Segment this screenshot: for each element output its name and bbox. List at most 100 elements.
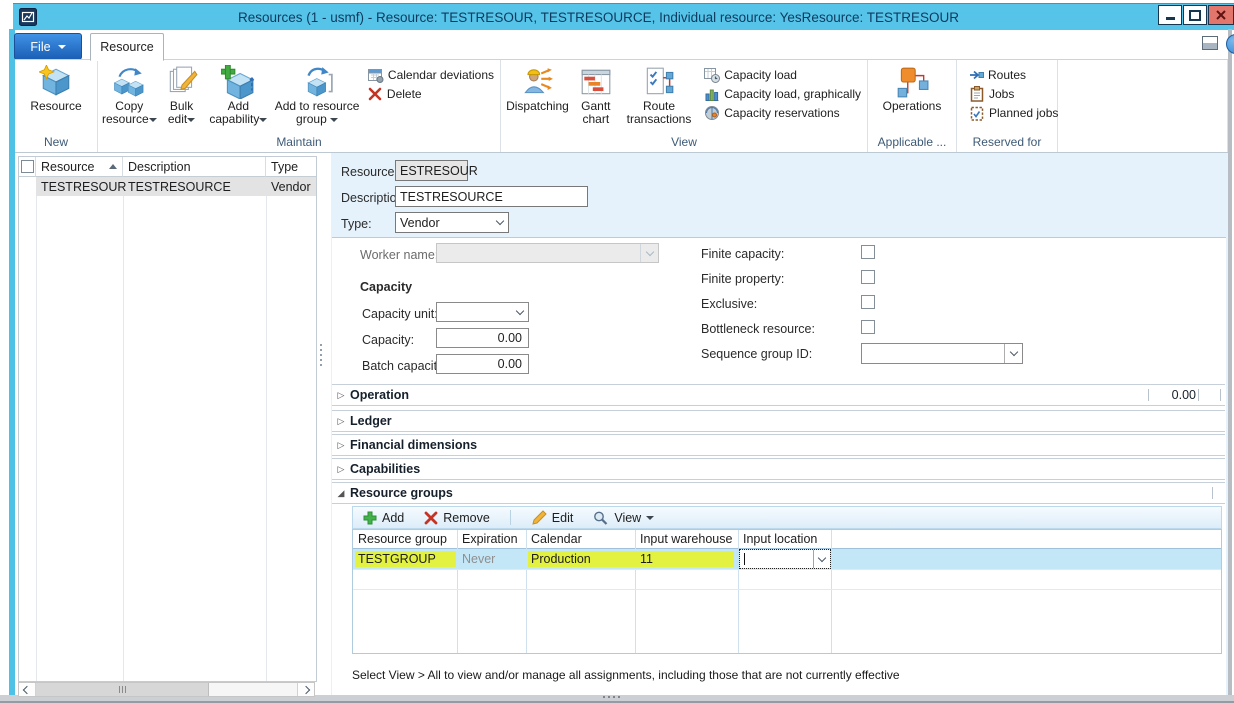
route-transactions-label: Route transactions xyxy=(621,100,697,126)
scrollbar-thumb[interactable] xyxy=(36,683,209,696)
title-bar: Resources (1 - usmf) - Resource: TESTRES… xyxy=(13,3,1234,30)
add-capability-icon xyxy=(221,65,255,99)
capacity-load-graphically-button[interactable]: Capacity load, graphically xyxy=(704,85,861,102)
layout-icon xyxy=(1202,36,1219,51)
column-header-input-location[interactable]: Input location xyxy=(738,530,831,549)
finite-property-checkbox[interactable] xyxy=(861,270,875,284)
scroll-left-button[interactable] xyxy=(19,683,36,696)
edit-icon xyxy=(531,510,547,525)
tab-resource[interactable]: Resource xyxy=(90,33,164,61)
edit-button[interactable]: Edit xyxy=(531,510,574,525)
capacity-input[interactable]: 0.00 xyxy=(436,328,529,348)
minimize-button[interactable] xyxy=(1158,5,1182,25)
planned-jobs-button[interactable]: Planned jobs xyxy=(969,104,1058,121)
sequence-group-chevron-icon xyxy=(1009,348,1017,356)
exclusive-checkbox[interactable] xyxy=(861,295,875,309)
copy-resource-dropdown-icon xyxy=(149,118,157,122)
view-menu-button[interactable]: View xyxy=(593,510,654,526)
add-to-resource-group-icon xyxy=(300,65,334,99)
remove-icon xyxy=(424,511,438,525)
operations-label: Operations xyxy=(883,100,942,113)
section-ledger[interactable]: ▷ Ledger xyxy=(332,410,1225,432)
resource-field-label: Resource: xyxy=(341,165,398,179)
planned-jobs-label: Planned jobs xyxy=(989,106,1058,120)
collapsed-icon: ▷ xyxy=(332,440,350,451)
input-location-select[interactable] xyxy=(740,550,830,568)
bottleneck-resource-checkbox[interactable] xyxy=(861,320,875,334)
add-to-resource-group-dropdown-icon xyxy=(330,118,338,122)
toolbar-separator xyxy=(510,510,511,525)
dispatching-button[interactable]: Dispatching xyxy=(503,61,572,115)
description-field[interactable]: TESTRESOURCE xyxy=(395,186,588,207)
planned-jobs-icon xyxy=(969,105,985,121)
resize-grip[interactable] xyxy=(603,696,620,698)
select-all-checkbox[interactable] xyxy=(21,160,34,173)
section-resource-groups[interactable]: ◢ Resource groups xyxy=(332,482,1225,504)
capacity-label: Capacity: xyxy=(362,333,414,347)
copy-resource-button[interactable]: Copy resource xyxy=(100,61,159,128)
bulk-edit-label: Bulk edit xyxy=(168,99,193,126)
resource-group-cell: TESTGROUP xyxy=(358,552,436,566)
column-header-resource[interactable]: Resource xyxy=(36,157,123,177)
batch-capacity-label: Batch capacity: xyxy=(362,359,447,373)
finite-capacity-checkbox[interactable] xyxy=(861,245,875,259)
column-header-resource-group[interactable]: Resource group xyxy=(353,530,457,549)
resource-group-row[interactable]: TESTGROUP Never Production 11 xyxy=(353,549,1221,569)
route-transactions-button[interactable]: Route transactions xyxy=(620,61,698,128)
calendar-deviations-label: Calendar deviations xyxy=(388,68,494,82)
capacity-load-graphically-icon xyxy=(704,86,720,102)
column-header-description[interactable]: Description xyxy=(123,157,266,177)
capacity-unit-select[interactable] xyxy=(436,302,529,322)
capacity-load-button[interactable]: Capacity load xyxy=(704,66,861,83)
capacity-load-graphically-label: Capacity load, graphically xyxy=(724,87,861,101)
calendar-deviations-button[interactable]: Calendar deviations xyxy=(368,66,494,83)
column-header-calendar[interactable]: Calendar xyxy=(526,530,635,549)
jobs-button[interactable]: Jobs xyxy=(969,85,1058,102)
ribbon-group-view: Dispatching Gantt chart xyxy=(501,60,868,152)
file-menu-label: File xyxy=(30,40,50,54)
file-menu-button[interactable]: File xyxy=(14,33,82,60)
copy-resource-icon xyxy=(112,65,146,99)
select-all-cell[interactable] xyxy=(19,157,36,177)
column-header-expiration[interactable]: Expiration xyxy=(457,530,526,549)
view-icon xyxy=(593,510,609,526)
bulk-edit-button[interactable]: Bulk edit xyxy=(159,61,205,128)
pane-splitter[interactable] xyxy=(320,344,322,366)
delete-button[interactable]: Delete xyxy=(368,85,494,102)
routes-button[interactable]: Routes xyxy=(969,66,1058,83)
gantt-chart-button[interactable]: Gantt chart xyxy=(572,61,620,128)
section-capabilities[interactable]: ▷ Capabilities xyxy=(332,458,1225,480)
capacity-reservations-button[interactable]: Capacity reservations xyxy=(704,104,861,121)
add-to-resource-group-button[interactable]: Add to resource group xyxy=(272,61,362,128)
remove-button[interactable]: Remove xyxy=(424,511,490,525)
input-location-chevron-icon xyxy=(818,553,826,561)
section-operation[interactable]: ▷ Operation 0.00 xyxy=(332,384,1225,406)
bulk-edit-icon xyxy=(165,65,199,99)
calendar-deviations-icon xyxy=(368,67,384,83)
maximize-button[interactable] xyxy=(1183,5,1207,25)
sequence-group-select[interactable] xyxy=(861,343,1023,364)
resource-new-button[interactable]: Resource xyxy=(20,61,92,115)
resource-field[interactable]: ESTRESOUR xyxy=(395,160,468,181)
operations-button[interactable]: Operations xyxy=(872,61,952,115)
scroll-right-button[interactable] xyxy=(297,683,314,696)
add-capability-button[interactable]: Add capability xyxy=(204,61,272,128)
section-financial-dimensions[interactable]: ▷ Financial dimensions xyxy=(332,434,1225,456)
capacity-load-icon xyxy=(704,67,720,83)
horizontal-scrollbar[interactable] xyxy=(18,682,315,697)
resource-new-label: Resource xyxy=(30,100,81,113)
type-select[interactable]: Vendor xyxy=(395,212,509,233)
column-header-type[interactable]: Type xyxy=(266,157,316,177)
capacity-reservations-icon xyxy=(704,105,720,121)
batch-capacity-input[interactable]: 0.00 xyxy=(436,354,529,374)
add-capability-label: Add capability xyxy=(209,99,259,126)
layout-button[interactable] xyxy=(1202,36,1219,51)
column-header-input-warehouse[interactable]: Input warehouse xyxy=(635,530,738,549)
add-button[interactable]: Add xyxy=(363,511,404,525)
group-label-applicable: Applicable ... xyxy=(868,135,956,152)
ribbon-filler xyxy=(1058,60,1228,152)
add-to-resource-group-label: Add to resource group xyxy=(275,99,360,126)
capacity-reservations-label: Capacity reservations xyxy=(724,106,839,120)
close-button[interactable] xyxy=(1208,5,1234,25)
resource-row[interactable]: TESTRESOUR TESTRESOURCE Vendor xyxy=(36,177,316,196)
